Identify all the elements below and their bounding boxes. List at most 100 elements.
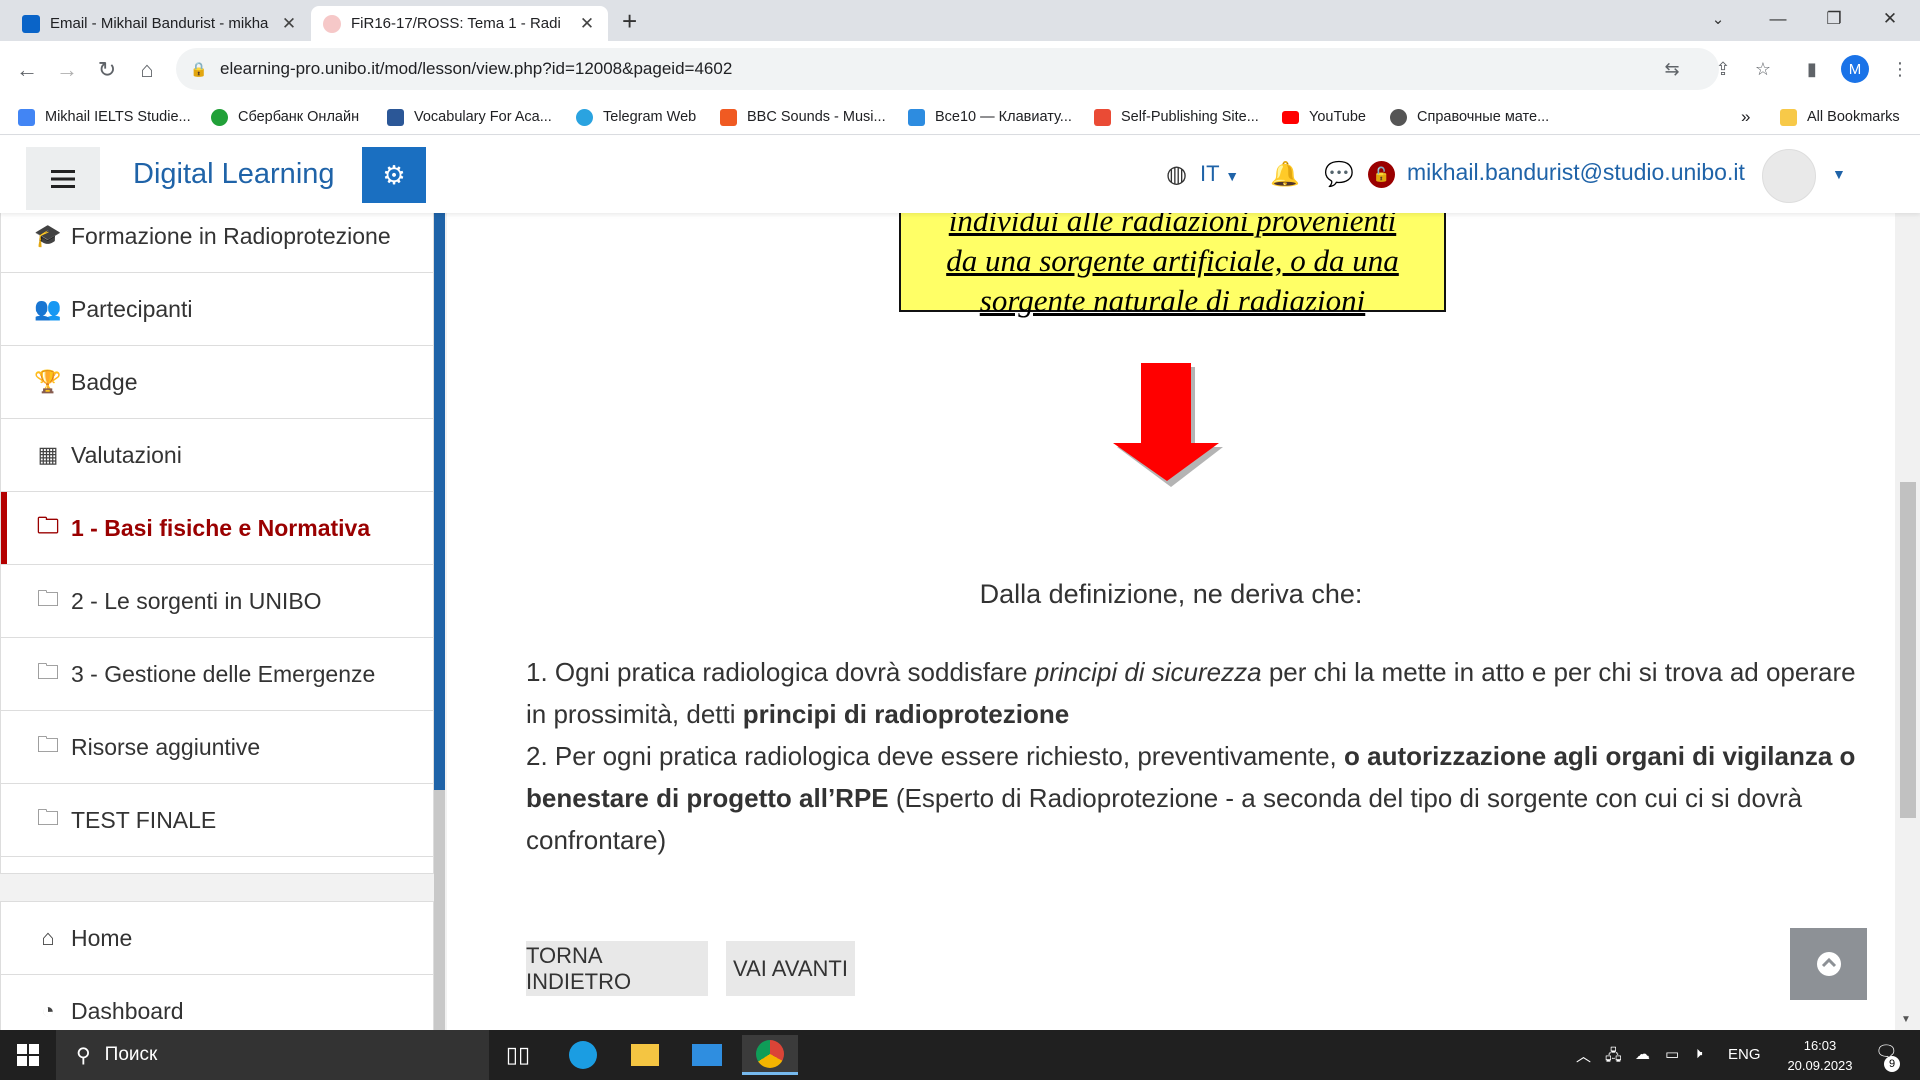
sidebar-item-participants[interactable]: 👥 Partecipanti [1,273,433,346]
page-scroll-thumb[interactable] [1900,482,1916,818]
user-email[interactable]: mikhail.bandurist@studio.unibo.it [1407,159,1745,186]
tab-title: Email - Mikhail Bandurist - mikha [50,15,269,32]
lock-icon[interactable]: 🔓 [1368,161,1395,188]
browser-toolbar: ← → ↻ ⌂ 🔒 elearning-pro.unibo.it/mod/les… [0,41,1920,99]
bookmark-item[interactable]: Справочные мате... [1390,99,1549,135]
site-brand[interactable]: Digital Learning [133,158,335,191]
clock[interactable]: 16:03 20.09.2023 [1770,1036,1870,1076]
bbc-sounds-icon [720,108,737,126]
sidebar-item-resources[interactable]: 🗀 Risorse aggiuntive [1,711,433,784]
folder-icon: 🗀 [36,732,59,757]
scroll-down-icon[interactable]: ▼ [1901,1014,1911,1025]
profile-avatar[interactable]: M [1841,55,1869,83]
bell-icon[interactable]: 🔔 [1270,160,1300,189]
task-view-icon[interactable]: ▯▯ [490,1035,546,1075]
sidebar-item-badges[interactable]: 🏆 Badge [1,346,433,419]
hamburger-menu-button[interactable] [26,147,100,210]
tab-course[interactable]: FiR16-17/ROSS: Tema 1 - Radiopr ✕ [311,6,608,41]
close-icon[interactable]: ✕ [280,14,298,34]
home-icon[interactable]: ⌂ [130,53,164,87]
definition-line: sorgente naturale di radiazioni [979,283,1366,318]
sidebar-item-final-test[interactable]: 🗀 TEST FINALE [1,784,433,857]
all-bookmarks-button[interactable]: All Bookmarks [1780,99,1900,135]
bookmark-item[interactable]: Mikhail IELTS Studie... [18,99,191,135]
sidebar-item-dashboard[interactable]: ◔ Dashboard [1,975,433,1030]
sidebar-scrollbar[interactable] [434,790,445,1030]
sidebar-item-grades[interactable]: ▦ Valutazioni [1,419,433,492]
sidebar-item-home[interactable]: ⌂ Home [1,902,433,975]
dashboard-icon: ◔ [41,998,55,1023]
mail-icon[interactable] [679,1035,735,1075]
cloud-icon[interactable]: ☁ [1635,1045,1650,1063]
sidebar-scroll-track[interactable] [434,213,445,790]
bookmark-item[interactable]: BBC Sounds - Musi... [720,99,886,135]
course-sidebar: 🎓 Formazione in Radioprotezione 👥 Partecip… [0,213,447,1030]
bookmark-item[interactable]: Сбербанк Онлайн [211,99,359,135]
share-icon[interactable]: ⇪ [1709,55,1737,83]
bookmark-item[interactable]: Telegram Web [576,99,696,135]
volume-muted-icon[interactable]: 🕨 [1693,1045,1702,1062]
docs-icon [18,108,35,126]
forward-icon[interactable]: → [50,53,84,87]
sidebar-item-section-1[interactable]: 🗀 1 - Basi fisiche e Normativa [1,492,433,565]
messages-icon[interactable]: 💬 [1324,160,1354,189]
admin-settings-button[interactable]: ⚙ [362,147,426,203]
taskbar-search[interactable]: ⚲ Поиск [56,1030,489,1080]
bookmarks-bar: Mikhail IELTS Studie... Сбербанк Онлайн … [0,99,1920,135]
close-icon[interactable]: ✕ [578,14,596,34]
definition-line: individui alle radiazioni provenienti [948,213,1397,238]
sidebar-item-section-3[interactable]: 🗀 3 - Gestione delle Emergenze [1,638,433,711]
back-icon[interactable]: ← [10,53,44,87]
bookmark-star-icon[interactable]: ☆ [1749,55,1777,83]
sidebar-item-section-2[interactable]: 🗀 2 - Le sorgenti in UNIBO [1,565,433,638]
bookmark-item[interactable]: YouTube [1282,99,1366,135]
chrome-icon[interactable] [742,1035,798,1075]
avatar[interactable] [1762,149,1816,203]
tray-overflow-icon[interactable]: ︿ [1576,1045,1591,1066]
lesson-paragraph: 1. Ogni pratica radiologica dovrà soddis… [526,651,1856,861]
minimize-button[interactable]: — [1750,0,1806,38]
bookmark-item[interactable]: Vocabulary For Aca... [387,99,552,135]
translate-icon[interactable]: ⇆ [1658,55,1686,83]
point-1: 1. Ogni pratica radiologica dovrà soddis… [526,657,1856,729]
date-text: 20.09.2023 [1787,1058,1853,1073]
windows-logo-icon [17,1044,39,1066]
bookmarks-overflow-button[interactable]: » [1741,99,1750,135]
windows-taskbar: ⚲ Поиск ▯▯ ︿ 🖧 ☁ ▭ 🕨 ENG 16:03 20.09.2023… [0,1030,1920,1080]
battery-icon[interactable]: ▭ [1665,1045,1679,1063]
new-tab-button[interactable]: + [622,6,637,37]
folder-icon [1780,108,1797,126]
back-to-top-button[interactable] [1790,928,1867,1000]
reload-icon[interactable]: ↻ [90,53,124,87]
trophy-icon: 🏆 [34,369,62,394]
side-panel-icon[interactable]: ▮ [1798,55,1826,83]
input-language[interactable]: ENG [1728,1046,1761,1063]
next-button[interactable]: VAI AVANTI [726,941,855,996]
sidebar-item-course[interactable]: 🎓 Formazione in Radioprotezione [1,213,433,273]
user-menu-caret-icon[interactable]: ▼ [1832,166,1846,182]
course-icon [323,14,341,33]
menu-icon[interactable]: ⋮ [1886,55,1914,83]
bookmark-item[interactable]: Все10 — Клавиату... [908,99,1072,135]
notification-count-badge: 9 [1884,1056,1900,1072]
folder-icon: 🗀 [36,586,59,611]
site-navbar: Digital Learning ⚙ ◍ IT ▼ 🔔 💬 🔓 mikhail.… [0,136,1920,213]
tab-email[interactable]: Email - Mikhail Bandurist - mikha ✕ [10,6,310,41]
back-button[interactable]: TORNA INDIETRO [526,941,708,996]
tab-search-icon[interactable]: ⌄ [1690,0,1746,38]
windows-start-icon[interactable] [0,1035,56,1075]
point-2: 2. Per ogni pratica radiologica deve ess… [526,741,1856,855]
language-selector[interactable]: IT ▼ [1200,161,1239,187]
globe-icon[interactable]: ◍ [1166,160,1187,189]
network-icon[interactable]: 🖧 [1605,1045,1622,1070]
site-info-icon[interactable]: 🔒 [190,61,220,78]
bookmark-item[interactable]: Self-Publishing Site... [1094,99,1259,135]
window-close-button[interactable]: ✕ [1862,0,1918,38]
file-explorer-icon[interactable] [617,1035,673,1075]
lesson-content: individui alle radiazioni provenienti da… [447,213,1895,1030]
maximize-button[interactable]: ❐ [1806,0,1862,38]
folder-icon: 🗀 [36,659,59,684]
edge-icon[interactable] [555,1035,611,1075]
address-bar[interactable]: 🔒 elearning-pro.unibo.it/mod/lesson/view… [176,48,1719,90]
folder-icon: 🗀 [36,805,59,830]
